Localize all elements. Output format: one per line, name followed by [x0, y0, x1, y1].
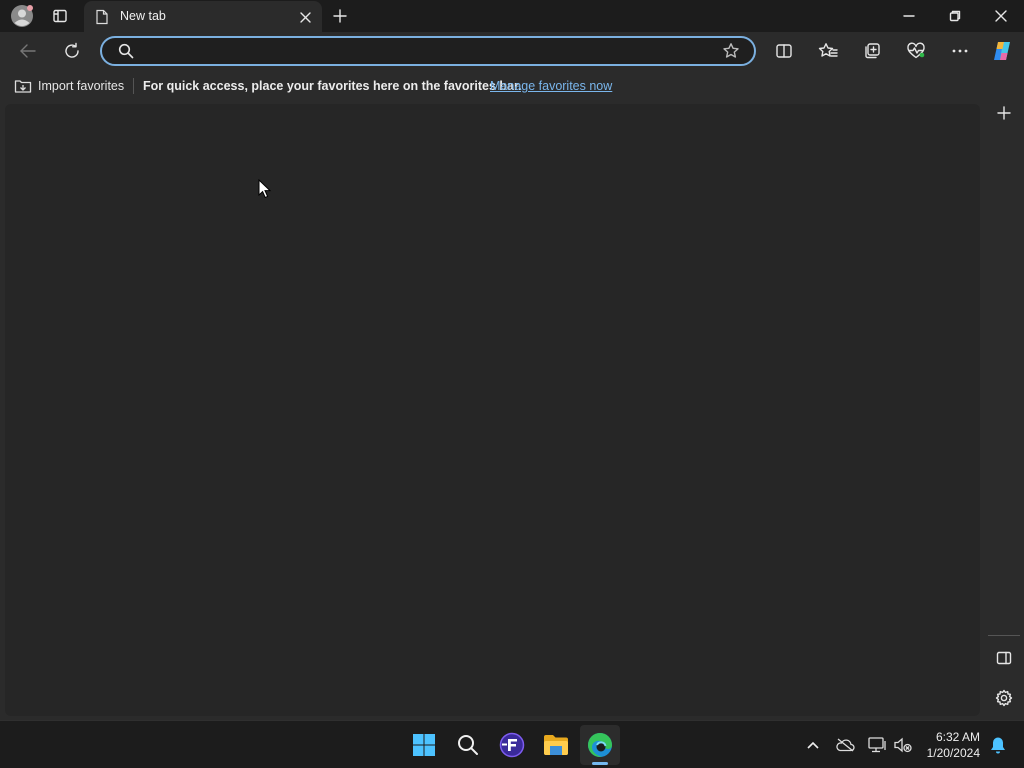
taskbar-app-f-button[interactable] — [492, 725, 532, 765]
volume-button[interactable] — [890, 725, 916, 765]
browser-essentials-button[interactable] — [902, 38, 930, 64]
clock-date: 1/20/2024 — [926, 746, 980, 760]
onedrive-button[interactable] — [832, 725, 858, 765]
favorites-hint: For quick access, place your favorites h… — [143, 79, 522, 93]
page-content[interactable] — [5, 104, 980, 716]
collections-icon — [865, 43, 880, 59]
collections-button[interactable] — [858, 38, 886, 64]
clock-time: 6:32 AM — [935, 730, 980, 744]
app-f-icon — [499, 732, 525, 758]
favorites-bar: Import favorites For quick access, place… — [0, 70, 1024, 102]
copilot-button[interactable] — [988, 37, 1016, 65]
gear-icon — [995, 689, 1013, 707]
toolbar — [0, 32, 1024, 70]
profile-avatar-icon — [11, 5, 33, 27]
plus-icon — [997, 106, 1011, 120]
more-dots-icon — [952, 49, 968, 53]
edge-logo-icon — [588, 733, 612, 757]
sidebar-settings-button[interactable] — [990, 685, 1018, 711]
search-icon — [118, 43, 134, 59]
import-favorites-icon — [14, 80, 32, 93]
new-tab-button[interactable] — [328, 4, 352, 28]
copilot-icon — [994, 42, 1010, 60]
start-button[interactable] — [404, 725, 444, 765]
star-icon — [723, 43, 739, 58]
content-frame — [0, 102, 984, 720]
import-favorites-label: Import favorites — [38, 79, 125, 93]
refresh-button[interactable] — [58, 38, 86, 64]
chevron-up-icon — [807, 741, 819, 749]
tab-title: New tab — [120, 9, 166, 23]
close-icon — [299, 11, 311, 23]
bell-icon — [991, 737, 1005, 754]
close-tab-button[interactable] — [296, 8, 314, 26]
address-bar[interactable] — [100, 36, 756, 66]
split-screen-icon — [776, 44, 792, 58]
hide-sidebar-button[interactable] — [990, 645, 1018, 671]
favorites-icon — [818, 43, 838, 57]
tab-actions-button[interactable] — [48, 4, 72, 28]
profile-button[interactable] — [8, 4, 36, 28]
minimize-icon — [903, 15, 915, 17]
taskbar-search-button[interactable] — [448, 725, 488, 765]
tab-new-tab[interactable]: New tab — [84, 1, 322, 32]
taskbar-edge-button[interactable] — [580, 725, 620, 765]
page-icon — [96, 9, 108, 25]
taskbar-file-explorer-button[interactable] — [536, 725, 576, 765]
close-window-button[interactable] — [984, 0, 1018, 32]
folder-icon — [544, 735, 568, 755]
volume-muted-icon — [894, 737, 912, 753]
active-app-indicator — [592, 762, 608, 765]
heart-pulse-icon — [907, 42, 925, 59]
refresh-icon — [65, 42, 79, 58]
restore-icon — [949, 10, 961, 22]
split-screen-button[interactable] — [770, 38, 798, 64]
search-icon — [458, 735, 478, 755]
sidebar-separator — [988, 635, 1020, 636]
clock-button[interactable]: 6:32 AM 1/20/2024 — [918, 725, 984, 765]
plus-icon — [333, 9, 347, 23]
address-input[interactable] — [138, 41, 712, 63]
notifications-button[interactable] — [986, 725, 1010, 765]
restore-button[interactable] — [938, 0, 972, 32]
minimize-button[interactable] — [892, 0, 926, 32]
mouse-cursor-icon — [258, 179, 272, 199]
close-icon — [995, 10, 1007, 22]
windows-logo-icon — [413, 734, 435, 756]
taskbar: 6:32 AM 1/20/2024 — [0, 720, 1024, 768]
manage-favorites-link[interactable]: Manage favorites now — [490, 79, 612, 93]
sidebar-panel-icon — [996, 651, 1012, 665]
onedrive-offline-icon — [836, 738, 855, 752]
network-icon — [868, 737, 886, 753]
favorites-button[interactable] — [814, 38, 842, 64]
title-bar: New tab — [0, 0, 1024, 32]
back-button[interactable] — [14, 38, 42, 64]
sidebar — [984, 70, 1024, 720]
sidebar-add-button[interactable] — [990, 100, 1018, 126]
network-button[interactable] — [864, 725, 890, 765]
favorites-separator — [133, 78, 134, 94]
arrow-left-icon — [20, 44, 36, 58]
tab-actions-icon — [53, 9, 67, 23]
import-favorites-button[interactable]: Import favorites — [12, 76, 126, 96]
show-hidden-icons-button[interactable] — [800, 725, 826, 765]
add-favorite-button[interactable] — [718, 39, 744, 63]
settings-and-more-button[interactable] — [946, 38, 974, 64]
